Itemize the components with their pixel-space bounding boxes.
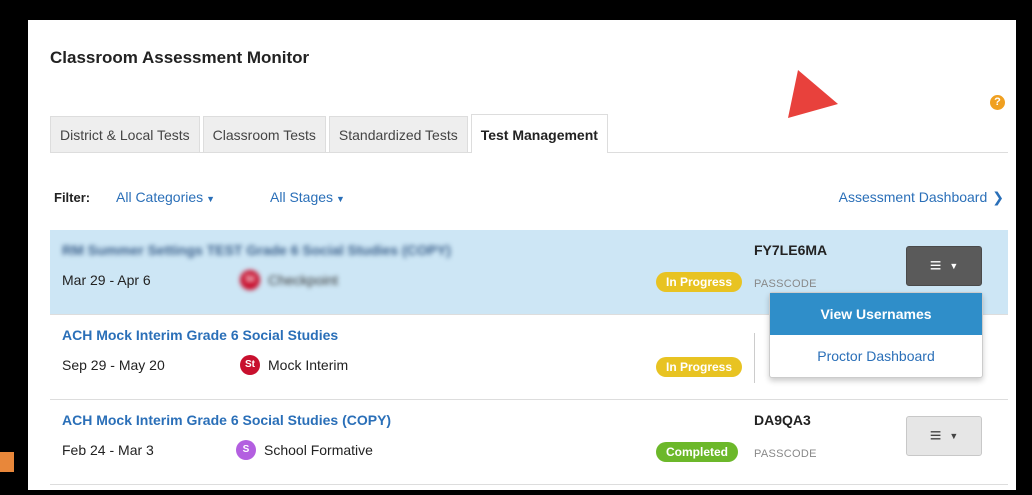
category-label: Checkpoint: [268, 272, 339, 288]
test-title-link[interactable]: ACH Mock Interim Grade 6 Social Studies: [62, 327, 338, 343]
tab-bar: District & Local Tests Classroom Tests S…: [50, 114, 611, 153]
assessment-dashboard-link[interactable]: Assessment Dashboard ❯: [839, 189, 1004, 206]
assessment-dashboard-label: Assessment Dashboard: [838, 189, 988, 205]
caret-down-icon: ▼: [949, 431, 959, 441]
all-categories-label: All Categories: [116, 189, 204, 205]
all-categories-dropdown[interactable]: All Categories ▼: [116, 189, 215, 205]
test-dates: Sep 29 - May 20: [62, 357, 165, 373]
assessment-monitor-panel: Classroom Assessment Monitor ? District …: [28, 20, 1016, 490]
passcode-label: PASSCODE: [754, 278, 817, 290]
category-badge: St: [240, 270, 260, 290]
passcode-value: FY7LE6MA: [754, 242, 828, 258]
all-stages-label: All Stages: [270, 189, 334, 205]
all-stages-dropdown[interactable]: All Stages ▼: [270, 189, 345, 205]
tab-standardized-tests[interactable]: Standardized Tests: [328, 116, 468, 152]
category-label: School Formative: [264, 442, 373, 458]
passcode-label: PASSCODE: [754, 448, 817, 460]
view-usernames-menu-item[interactable]: View Usernames: [770, 293, 982, 335]
proctor-dashboard-menu-item[interactable]: Proctor Dashboard: [770, 335, 982, 377]
tab-test-management[interactable]: Test Management: [470, 114, 608, 153]
help-icon[interactable]: ?: [990, 95, 1005, 110]
category-label: Mock Interim: [268, 357, 349, 373]
red-arrow-icon: [788, 70, 838, 118]
filter-bar: Filter: All Categories ▼ All Stages ▼ Asse…: [50, 187, 1008, 209]
test-dates: Mar 29 - Apr 6: [62, 272, 151, 288]
chevron-right-icon: ❯: [992, 189, 1004, 205]
test-title-link[interactable]: RM Summer Settings TEST Grade 6 Social S…: [62, 242, 451, 258]
edge-decoration: [0, 452, 14, 472]
status-badge: In Progress: [656, 272, 743, 292]
actions-dropdown-menu: View Usernames Proctor Dashboard: [769, 292, 983, 378]
tab-district-local-tests[interactable]: District & Local Tests: [50, 116, 200, 152]
status-badge: In Progress: [656, 357, 743, 377]
category-badge: S: [236, 440, 256, 460]
passcode-value: DA9QA3: [754, 412, 811, 428]
page-title: Classroom Assessment Monitor: [50, 48, 310, 67]
filter-label: Filter:: [54, 190, 91, 205]
caret-down-icon: ▼: [206, 194, 216, 204]
hamburger-icon: ≡: [929, 255, 942, 277]
tab-classroom-tests[interactable]: Classroom Tests: [202, 116, 326, 152]
table-row: ACH Mock Interim Grade 6 Social Studies …: [50, 400, 1008, 485]
actions-menu-button[interactable]: ≡ ▼: [906, 246, 982, 286]
test-dates: Feb 24 - Mar 3: [62, 442, 154, 458]
hamburger-icon: ≡: [929, 425, 942, 447]
category-badge: St: [240, 355, 260, 375]
status-badge: Completed: [656, 442, 739, 462]
passcode-divider: [754, 333, 755, 383]
actions-menu-button[interactable]: ≡ ▼: [906, 416, 982, 456]
caret-down-icon: ▼: [336, 194, 345, 204]
test-title-link[interactable]: ACH Mock Interim Grade 6 Social Studies …: [62, 412, 391, 428]
caret-down-icon: ▼: [949, 261, 959, 271]
